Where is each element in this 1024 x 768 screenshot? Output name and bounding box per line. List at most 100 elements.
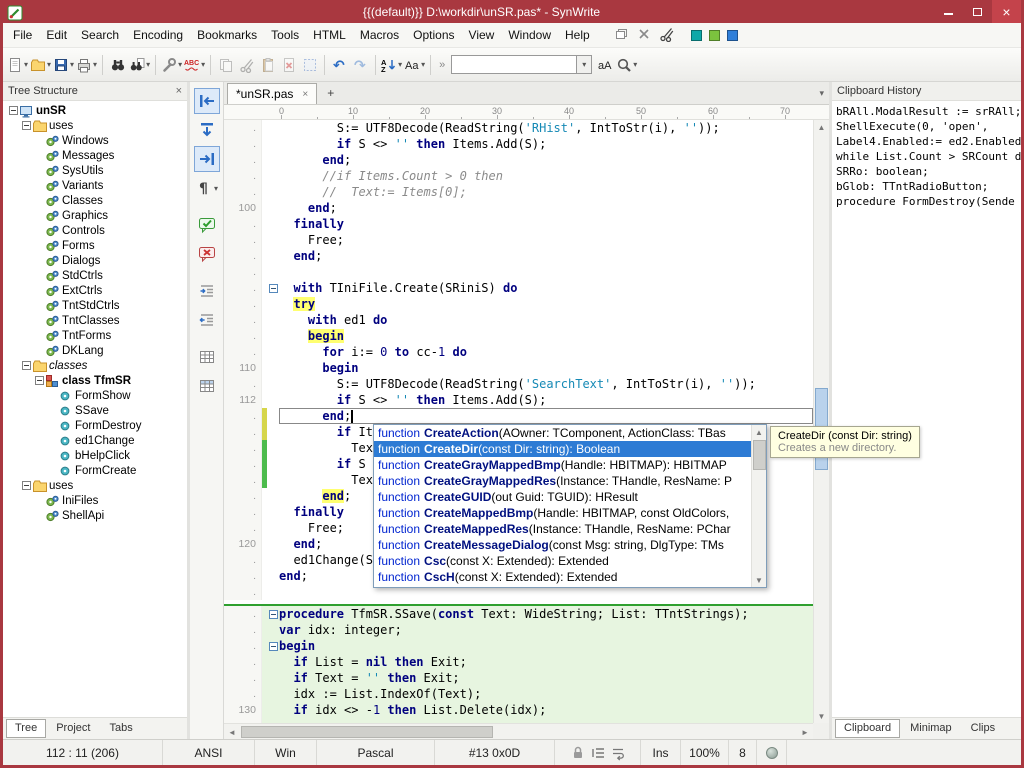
clipboard-item[interactable]: while List.Count > SRCount do (836, 149, 1019, 164)
clipboard-item[interactable]: Label4.Enabled:= ed2.Enabled; (836, 134, 1019, 149)
minimize-button[interactable] (934, 0, 963, 23)
panel-tab-clipboard[interactable]: Clipboard (835, 719, 900, 738)
undo-button[interactable]: ↶ (329, 52, 350, 78)
tree-item-forms[interactable]: Forms (3, 238, 187, 253)
jump-right-button[interactable] (194, 146, 220, 172)
code-line[interactable]: . //if Items.Count > 0 then (224, 168, 813, 184)
collapse-icon[interactable] (33, 376, 45, 385)
redo-button[interactable]: ↷ (350, 52, 371, 78)
completion-item-createguid[interactable]: functionCreateGUID (out Guid: TGUID): HR… (374, 489, 751, 505)
indent-button[interactable] (194, 278, 220, 304)
tree-item-uses[interactable]: uses (3, 478, 187, 493)
code-line[interactable]: . end; (224, 248, 813, 264)
dropdown-arrow-icon[interactable]: ▾ (398, 60, 402, 69)
toolbar-overflow-chevron[interactable]: » (439, 59, 445, 71)
code-text[interactable]: end; (279, 200, 813, 216)
jump-down-button[interactable] (194, 117, 220, 143)
save-file-button[interactable]: ▾ (52, 52, 75, 78)
collapse-icon[interactable] (20, 121, 32, 130)
clipboard-item[interactable]: SRRo: boolean; (836, 164, 1019, 179)
completion-item-creategraymappedbmp[interactable]: functionCreateGrayMappedBmp (Handle: HBI… (374, 457, 751, 473)
find-in-files-button[interactable]: ▾ (128, 52, 151, 78)
code-text[interactable]: if idx <> -1 then List.Delete(idx); (279, 702, 813, 718)
code-line[interactable]: . (224, 264, 813, 280)
code-text[interactable]: try (279, 296, 813, 312)
tree-item-bhelpclick[interactable]: bHelpClick (3, 448, 187, 463)
close-button[interactable]: × (992, 0, 1021, 23)
code-text[interactable]: if List = nil then Exit; (279, 654, 813, 670)
scroll-down-icon[interactable]: ▼ (814, 709, 829, 723)
open-file-button[interactable]: ▾ (29, 52, 52, 78)
code-text[interactable]: with ed1 do (279, 312, 813, 328)
search-input[interactable] (451, 55, 577, 74)
popup-scroll-thumb[interactable] (753, 440, 766, 470)
code-line[interactable]: . begin (224, 328, 813, 344)
zoom-button[interactable]: ▾ (615, 52, 638, 78)
marker-green-button[interactable] (709, 30, 720, 41)
code-text[interactable]: end; (279, 408, 813, 424)
status-zoom[interactable]: 100% (681, 740, 729, 765)
collapse-icon[interactable] (7, 106, 19, 115)
tab-unsr[interactable]: *unSR.pas × (227, 83, 317, 104)
menu-bookmarks[interactable]: Bookmarks (190, 24, 264, 46)
menu-options[interactable]: Options (406, 24, 461, 46)
completion-item-creategraymappedres[interactable]: functionCreateGrayMappedRes (Instance: T… (374, 473, 751, 489)
dropdown-arrow-icon[interactable]: ▾ (421, 60, 425, 69)
case-button[interactable]: Aa▾ (403, 52, 426, 78)
tree-item-tntforms[interactable]: TntForms (3, 328, 187, 343)
completion-item-createmessagedialog[interactable]: functionCreateMessageDialog (const Msg: … (374, 537, 751, 553)
clipboard-item[interactable]: bRAll.ModalResult := srRAll; (836, 104, 1019, 119)
code-line[interactable]: . end; (224, 152, 813, 168)
tree-item-inifiles[interactable]: IniFiles (3, 493, 187, 508)
code-text[interactable]: if S <> '' then Items.Add(S); (279, 392, 813, 408)
tree-item-formshow[interactable]: FormShow (3, 388, 187, 403)
table-button[interactable] (194, 344, 220, 370)
popup-scroll-up-icon[interactable]: ▲ (752, 425, 766, 439)
tree-item-formdestroy[interactable]: FormDestroy (3, 418, 187, 433)
tree-item-sysutils[interactable]: SysUtils (3, 163, 187, 178)
tree-item-ssave[interactable]: SSave (3, 403, 187, 418)
status-icons[interactable] (555, 740, 641, 765)
fold-minus-icon[interactable] (267, 280, 279, 296)
code-line[interactable]: . S:= UTF8Decode(ReadString('SearchText'… (224, 376, 813, 392)
restore-window-button[interactable] (613, 26, 629, 45)
code-line[interactable]: .begin (224, 638, 813, 654)
code-line[interactable]: . S:= UTF8Decode(ReadString('RHist', Int… (224, 120, 813, 136)
scroll-up-icon[interactable]: ▲ (814, 120, 829, 134)
dropdown-arrow-icon[interactable]: ▾ (146, 60, 150, 69)
collapse-icon[interactable] (20, 481, 32, 490)
char-case-button[interactable]: aA (594, 52, 615, 78)
code-line[interactable]: . for i:= 0 to cc-1 do (224, 344, 813, 360)
menu-view[interactable]: View (462, 24, 502, 46)
completion-item-csch[interactable]: functionCscH (const X: Extended): Extend… (374, 569, 751, 585)
horizontal-scrollbar[interactable]: ◄ ► (224, 723, 813, 739)
code-text[interactable]: S:= UTF8Decode(ReadString('SearchText', … (279, 376, 813, 392)
tree-item-tntclasses[interactable]: TntClasses (3, 313, 187, 328)
code-line[interactable]: 130 if idx <> -1 then List.Delete(idx); (224, 702, 813, 718)
code-text[interactable]: idx := List.IndexOf(Text); (279, 686, 813, 702)
tree-item-windows[interactable]: Windows (3, 133, 187, 148)
status-lexer[interactable]: Pascal (317, 740, 435, 765)
cut-button[interactable] (236, 52, 257, 78)
code-line[interactable]: . idx := List.IndexOf(Text); (224, 686, 813, 702)
tree-item-stdctrls[interactable]: StdCtrls (3, 268, 187, 283)
tree-item-dialogs[interactable]: Dialogs (3, 253, 187, 268)
code-text[interactable]: //if Items.Count > 0 then (279, 168, 813, 184)
menu-tools[interactable]: Tools (264, 24, 306, 46)
code-text[interactable]: finally (279, 216, 813, 232)
code-line[interactable]: . if List = nil then Exit; (224, 654, 813, 670)
dropdown-arrow-icon[interactable]: ▾ (178, 60, 182, 69)
tools-button[interactable]: ▾ (160, 52, 183, 78)
tree-item-extctrls[interactable]: ExtCtrls (3, 283, 187, 298)
code-text[interactable]: var idx: integer; (279, 622, 813, 638)
menu-html[interactable]: HTML (306, 24, 353, 46)
dropdown-arrow-icon[interactable]: ▾ (201, 60, 205, 69)
tree-panel-close-icon[interactable]: × (176, 85, 182, 97)
new-file-button[interactable]: ▾ (6, 52, 29, 78)
status-encoding[interactable]: ANSI (163, 740, 255, 765)
tree-item-classes[interactable]: classes (3, 358, 187, 373)
code-text[interactable]: procedure TfmSR.SSave(const Text: WideSt… (279, 606, 813, 622)
completion-item-createaction[interactable]: functionCreateAction (AOwner: TComponent… (374, 425, 751, 441)
panel-tab-clips[interactable]: Clips (962, 719, 1004, 738)
code-line-current[interactable]: . end; (224, 408, 813, 424)
